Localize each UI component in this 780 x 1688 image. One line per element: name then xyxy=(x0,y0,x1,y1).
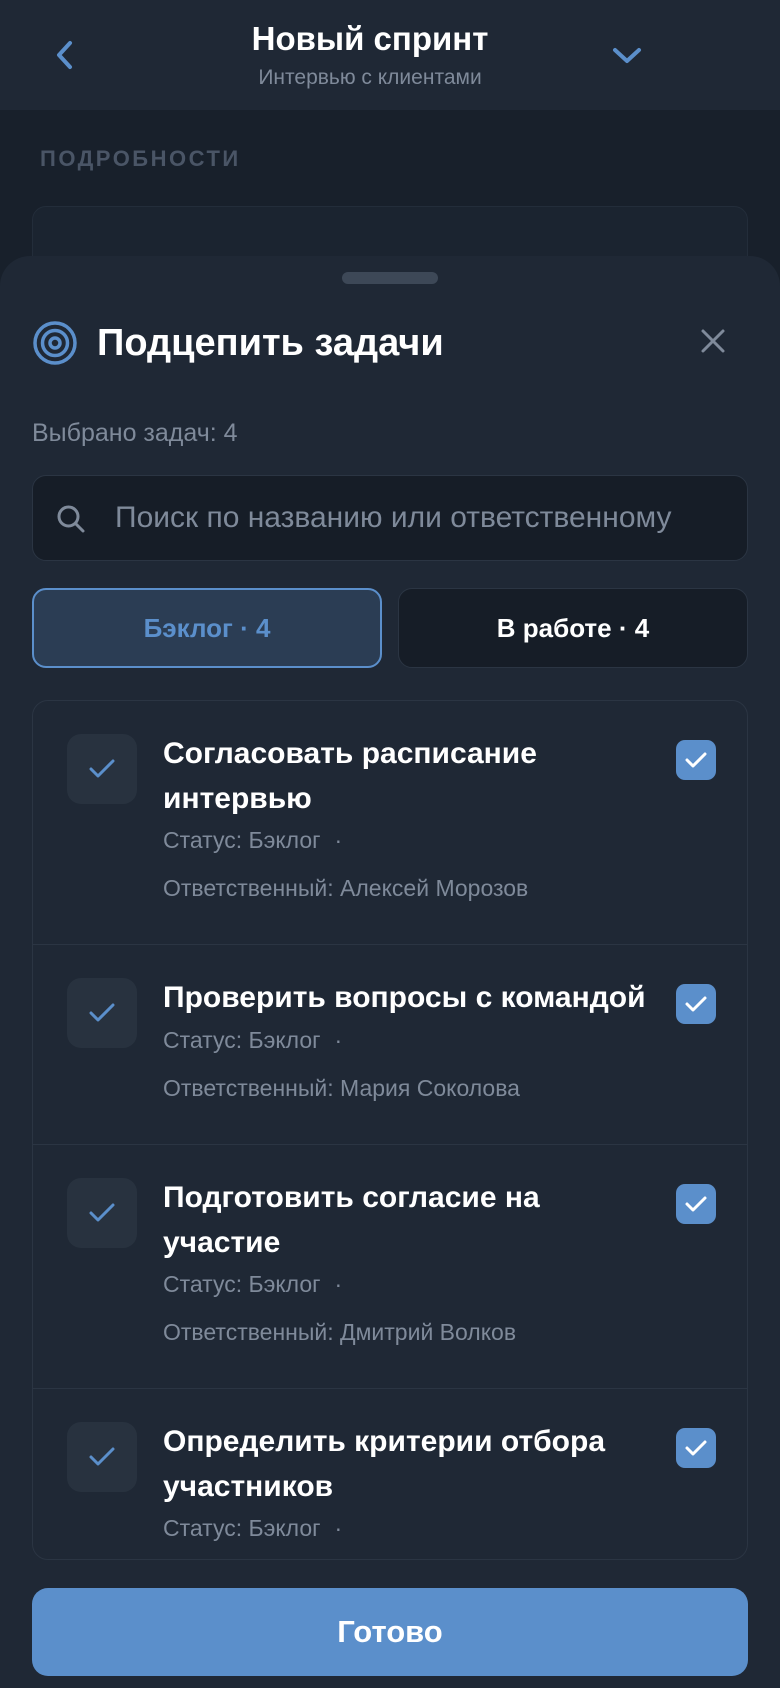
task-title: Проверить вопросы с командой xyxy=(163,981,646,1014)
top-app-bar: Новый спринт Интервью с клиентами xyxy=(0,0,780,110)
sheet-grabber[interactable] xyxy=(342,272,438,284)
checkmark-icon xyxy=(685,752,707,768)
task-assignee: Ответственный: Алексей Морозов xyxy=(163,875,529,901)
task-check-icon xyxy=(67,1422,137,1492)
task-row[interactable]: Согласовать расписание интервью Статус: … xyxy=(33,701,747,945)
task-assignee: Ответственный: Дмитрий Волков xyxy=(163,1319,517,1345)
section-label-details: ПОДРОБНОСТИ xyxy=(40,146,241,171)
task-list[interactable]: Согласовать расписание интервью Статус: … xyxy=(32,700,748,1560)
task-checkbox[interactable] xyxy=(676,1184,716,1224)
close-button[interactable] xyxy=(690,318,736,364)
task-status: Статус: Бэклог · xyxy=(163,1027,342,1054)
task-row[interactable]: Подготовить согласие на участие Статус: … xyxy=(33,1145,747,1389)
task-row[interactable]: Проверить вопросы с командой Статус: Бэк… xyxy=(33,945,747,1145)
task-row[interactable]: Определить критерии отбора участников Ст… xyxy=(33,1389,747,1559)
task-status: Статус: Бэклог · xyxy=(163,1515,342,1542)
search-input[interactable] xyxy=(115,476,745,560)
task-title: Согласовать расписание интервью xyxy=(163,737,537,815)
task-status-text: Статус: Бэклог xyxy=(163,1515,321,1541)
selected-count: Выбрано задач: 4 xyxy=(32,419,238,447)
task-status-text: Статус: Бэклог xyxy=(163,827,321,853)
task-status-text: Статус: Бэклог xyxy=(163,1027,321,1053)
tab-backlog[interactable]: Бэклог · 4 xyxy=(32,588,382,668)
sheet-title: Подцепить задачи xyxy=(97,322,444,364)
close-icon xyxy=(701,329,725,353)
task-status-text: Статус: Бэклог xyxy=(163,1271,321,1297)
tab-in-progress[interactable]: В работе · 4 xyxy=(398,588,748,668)
checkmark-icon xyxy=(685,1440,707,1456)
meta-separator: · xyxy=(334,1027,343,1053)
task-checkbox[interactable] xyxy=(676,984,716,1024)
task-check-icon xyxy=(67,734,137,804)
meta-separator: · xyxy=(334,1515,343,1541)
task-check-icon xyxy=(67,978,137,1048)
done-button[interactable]: Готово xyxy=(32,1588,748,1676)
search-field[interactable] xyxy=(32,475,748,561)
meta-separator: · xyxy=(334,1271,343,1297)
task-checkbox[interactable] xyxy=(676,740,716,780)
task-title: Определить критерии отбора участников xyxy=(163,1425,606,1503)
link-tasks-sheet: Подцепить задачи Выбрано задач: 4 Бэклог… xyxy=(0,256,780,1688)
checkmark-icon xyxy=(685,996,707,1012)
task-checkbox[interactable] xyxy=(676,1428,716,1468)
expand-button[interactable] xyxy=(602,30,652,80)
checkmark-icon xyxy=(685,1196,707,1212)
task-status: Статус: Бэклог · xyxy=(163,1271,342,1298)
task-assignee: Ответственный: Мария Соколова xyxy=(163,1075,520,1101)
task-check-icon xyxy=(67,1178,137,1248)
task-status: Статус: Бэклог · xyxy=(163,827,342,854)
search-icon xyxy=(57,505,85,533)
meta-separator: · xyxy=(334,827,343,853)
task-title: Подготовить согласие на участие xyxy=(163,1181,540,1259)
target-icon xyxy=(33,321,77,365)
chevron-down-icon xyxy=(613,48,641,63)
